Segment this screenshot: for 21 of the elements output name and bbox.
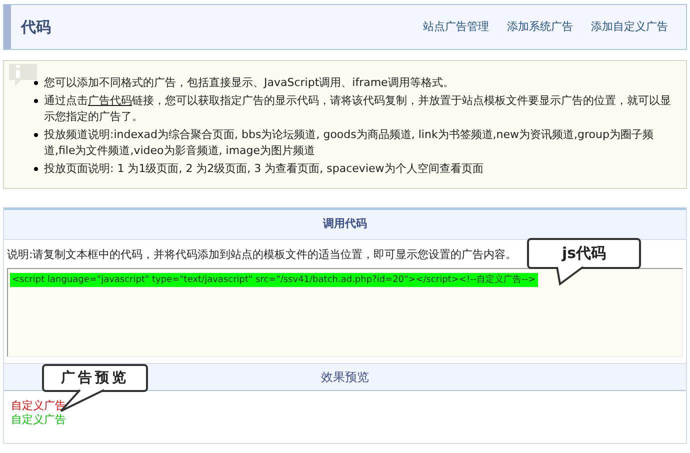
code-text: <script language="javascript" type="text/javascript" src="/ssv41/batch.ad.php?id=20"></script><!--自定义广告--> <box>10 273 538 287</box>
link[interactable]: 广告代码 <box>88 94 132 107</box>
bullet-icon <box>34 167 38 171</box>
callout-tail <box>555 266 585 286</box>
nav-link[interactable]: 站点广告管理 <box>423 19 489 49</box>
nav-link[interactable]: 添加系统广告 <box>507 19 573 49</box>
tip-text: 投放频道说明:indexad为综合聚合页面, bbs为论坛频道, goods为商品频道, link为书签频道,new为资讯频道,group为圈子频道,file为文件频道,video为影音频道, image为图片频道 <box>44 127 654 159</box>
code-textbox[interactable]: <script language="javascript" type="text/javascript" src="/ssv41/batch.ad.php?id=20"></script><!--自定义广告--> <box>7 268 683 357</box>
section-title: 效果预览 <box>321 369 369 386</box>
section-title: 调用代码 <box>323 216 367 232</box>
info-icon <box>7 62 39 88</box>
tip-text: 投放页面说明: 1 为1级页面, 2 为2级页面, 3 为查看页面, spaceview为个人空间查看页面 <box>44 161 484 177</box>
page-title: 代码 <box>21 17 51 38</box>
tip-text: 您可以添加不同格式的广告，包括直接显示、JavaScript调用、iframe调用等格式。 <box>44 75 454 91</box>
accent-bar <box>4 5 11 49</box>
ad-preview-text: 自定义广告 <box>11 413 66 426</box>
bullet-icon <box>34 133 38 137</box>
nav-link[interactable]: 添加自定义广告 <box>591 19 668 49</box>
tip-text: 通过点击广告代码链接，您可以获取指定广告的显示代码，请将该代码复制，并放置于站点模板文件要显示广告的位置，就可以显示您指定的广告了。 <box>44 93 672 125</box>
bullet-icon <box>34 99 38 103</box>
bullet-icon <box>34 81 38 85</box>
